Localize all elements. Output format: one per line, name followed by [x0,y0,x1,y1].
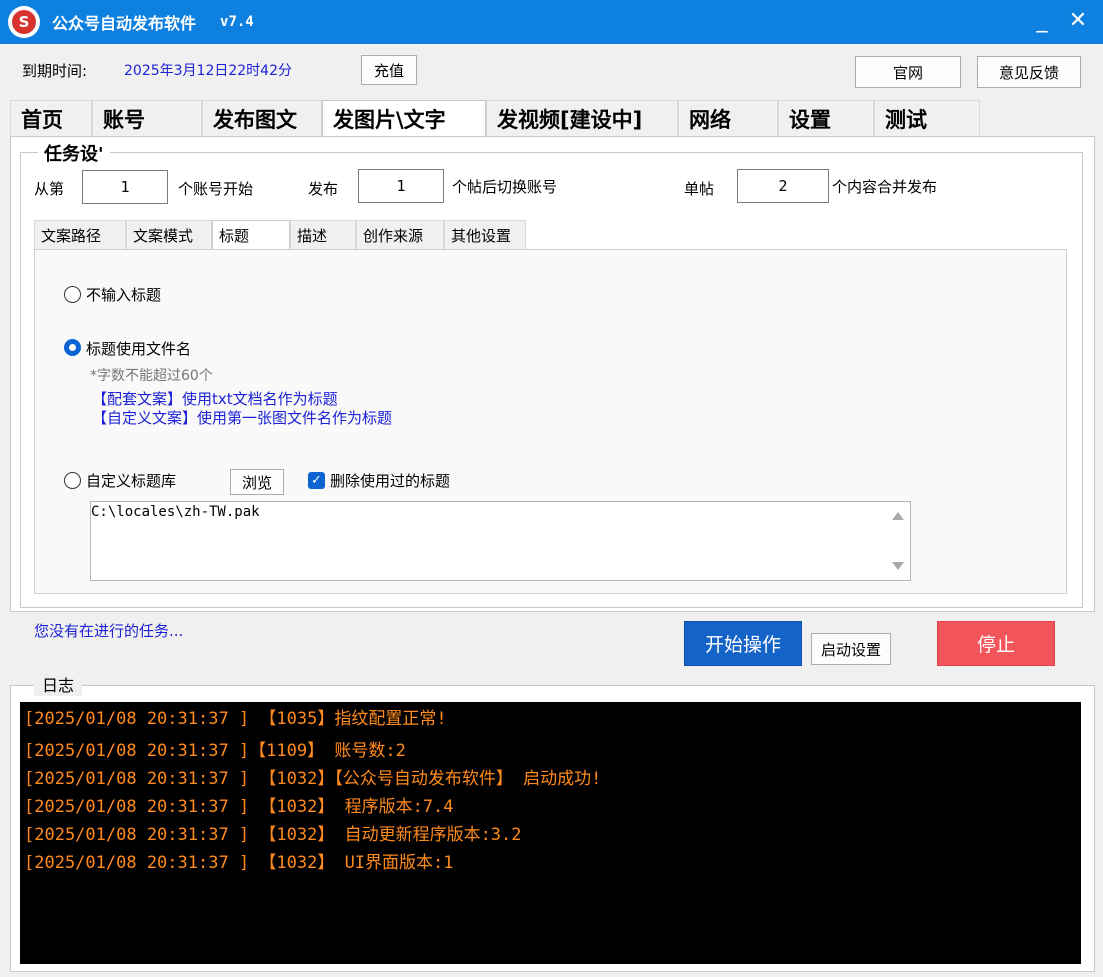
scroll-up-icon[interactable] [892,512,904,520]
custom-copy-note: 【自定义文案】使用第一张图文件名作为标题 [92,409,393,427]
log-line: [2025/01/08 20:31:37 ] 【1032】 UI界面版本:1 [24,853,454,873]
tab-publish-image-text[interactable]: 发图片\文字 [322,100,486,136]
task-settings-legend: 任务设' [38,140,110,166]
from-label: 从第 [34,180,65,198]
website-button[interactable]: 官网 [855,56,961,88]
sub-tabs: 文案路径 文案模式 标题 描述 创作来源 其他设置 [34,220,526,250]
log-title: 日志 [34,672,83,696]
close-button[interactable]: ✕ [1062,6,1094,38]
title-bar: S 公众号自动发布软件 v7.4 _ ✕ [0,0,1103,44]
scroll-down-icon[interactable] [892,562,904,570]
custom-title-lib-label: 自定义标题库 [86,472,177,490]
recharge-button[interactable]: 充值 [361,55,417,85]
app-version: v7.4 [220,14,254,30]
sub-tab-copy-mode[interactable]: 文案模式 [126,220,212,250]
start-settings-button[interactable]: 启动设置 [811,633,891,665]
sub-tab-copy-path[interactable]: 文案路径 [34,220,126,250]
expiry-label: 到期时间: [22,62,88,80]
use-filename-label: 标题使用文件名 [86,340,192,358]
start-account-input[interactable]: 1 [82,170,168,204]
log-line: [2025/01/08 20:31:37 ] 【1032】 自动更新程序版本:3… [24,825,522,845]
stop-button[interactable]: 停止 [937,621,1055,666]
no-title-label: 不输入标题 [86,286,162,304]
publish-label: 发布 [308,180,339,198]
main-tabs: 首页 账号 发布图文 发图片\文字 发视频[建设中] 网络 设置 测试 [10,100,980,136]
use-filename-radio[interactable] [64,339,81,356]
log-console: [2025/01/08 20:31:37 ] 【1035】指纹配置正常! [20… [20,702,1081,964]
title-lib-path-text: C:\locales\zh-TW.pak [91,504,260,520]
custom-title-lib-radio[interactable] [64,472,81,489]
tab-home[interactable]: 首页 [10,100,92,136]
account-start-label: 个账号开始 [178,180,254,198]
matched-copy-note: 【配套文案】使用txt文档名作为标题 [92,390,338,408]
single-post-label: 单帖 [684,180,715,198]
tab-accounts[interactable]: 账号 [92,100,202,136]
delete-used-label: 删除使用过的标题 [330,472,451,490]
sub-tab-source[interactable]: 创作来源 [356,220,444,250]
merge-publish-label: 个内容合并发布 [832,178,938,196]
task-status-text: 您没有在进行的任务... [34,622,184,640]
sub-tab-other-settings[interactable]: 其他设置 [444,220,526,250]
title-length-hint: *字数不能超过60个 [90,368,213,384]
no-title-radio[interactable] [64,286,81,303]
posts-per-account-input[interactable]: 1 [358,169,444,203]
tab-test[interactable]: 测试 [874,100,980,136]
tab-publish-video[interactable]: 发视频[建设中] [486,100,678,136]
delete-used-checkbox[interactable]: ✓ [308,472,325,489]
log-line: [2025/01/08 20:31:37 ]【1109】 账号数:2 [24,741,406,761]
sub-tab-description[interactable]: 描述 [290,220,356,250]
switch-account-label: 个帖后切换账号 [452,178,558,196]
app-title: 公众号自动发布软件 [52,14,197,33]
sub-tab-title[interactable]: 标题 [212,220,290,250]
minimize-button[interactable]: _ [1026,6,1058,38]
title-lib-path-textarea[interactable]: C:\locales\zh-TW.pak [90,501,911,581]
tab-network[interactable]: 网络 [678,100,778,136]
tab-settings[interactable]: 设置 [778,100,874,136]
app-logo-icon: S [8,6,40,38]
feedback-button[interactable]: 意见反馈 [977,56,1081,88]
start-button[interactable]: 开始操作 [684,621,802,666]
expiry-value: 2025年3月12日22时42分 [124,63,292,79]
log-line: [2025/01/08 20:31:37 ] 【1032】【公众号自动发布软件】… [24,769,602,789]
browse-button[interactable]: 浏览 [230,469,284,495]
merge-count-input[interactable]: 2 [737,169,829,203]
log-line: [2025/01/08 20:31:37 ] 【1035】指纹配置正常! [24,709,447,729]
log-line: [2025/01/08 20:31:37 ] 【1032】 程序版本:7.4 [24,797,454,817]
tab-publish-article[interactable]: 发布图文 [202,100,322,136]
